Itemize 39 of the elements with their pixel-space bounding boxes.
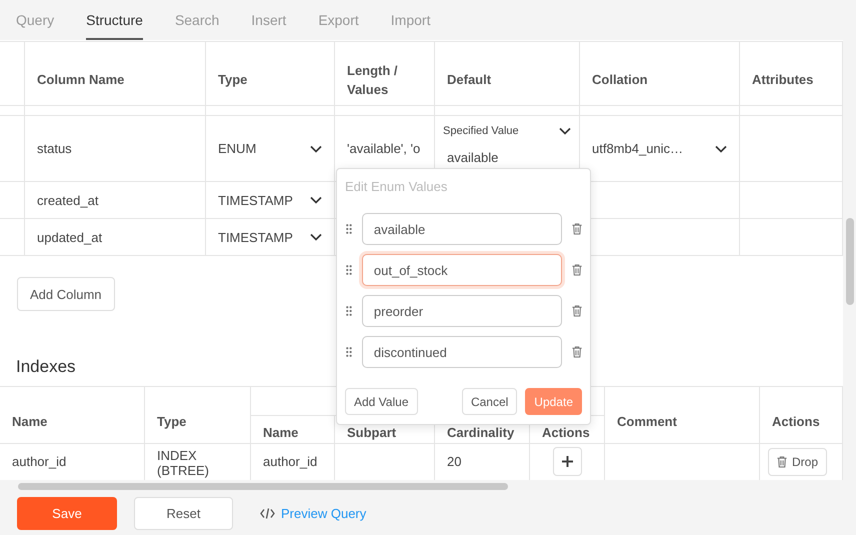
column-header: Default (447, 71, 492, 90)
column-header: Collation (592, 71, 648, 90)
column-name-cell: created_at (37, 192, 98, 208)
cardinality-cell: 20 (447, 454, 462, 469)
cancel-button[interactable]: Cancel (462, 388, 518, 415)
collation-select[interactable]: utf8mb4_unic… (592, 141, 684, 156)
add-column-button[interactable]: Add Column (17, 277, 115, 311)
column-name-cell: status (37, 141, 72, 156)
index-column-cell: author_id (263, 454, 318, 469)
column-header: Cardinality (447, 425, 514, 440)
column-header: Type (157, 414, 186, 428)
popover-title: Edit Enum Values (345, 179, 448, 196)
column-header: Type (218, 71, 248, 90)
enum-value-field[interactable]: preorder (362, 295, 562, 327)
default-mode-select[interactable]: Specified Value (443, 125, 519, 137)
section-title: Indexes (16, 357, 77, 378)
column-header: Subpart (347, 425, 396, 440)
column-header: Actions (542, 425, 590, 440)
length-values-field[interactable]: 'available', 'o (347, 141, 420, 156)
column-header: Length / Values (347, 62, 399, 98)
column-header: Actions (772, 414, 820, 428)
type-select[interactable]: TIMESTAMP (218, 192, 293, 208)
enum-value-field[interactable]: available (362, 213, 562, 245)
default-value-field[interactable]: available (443, 142, 571, 165)
type-select[interactable]: TIMESTAMP (218, 230, 293, 244)
enum-value-field[interactable]: discontinued (362, 336, 562, 368)
column-header: Column Name (37, 71, 124, 90)
type-select[interactable]: ENUM (218, 141, 256, 156)
enum-value-field[interactable]: out_of_stock (362, 254, 562, 286)
column-header: Attributes (752, 71, 814, 90)
add-value-button[interactable]: Add Value (345, 388, 418, 415)
column-header: Comment (617, 414, 677, 428)
column-header: Name (12, 414, 48, 428)
reset-button[interactable]: Reset (134, 497, 233, 530)
column-header: Name (263, 425, 298, 440)
column-name-cell: updated_at (37, 230, 102, 244)
drop-button[interactable]: Drop (768, 448, 828, 476)
index-type-cell-text: INDEX (BTREE) (157, 449, 210, 479)
index-name-cell: author_id (12, 454, 66, 469)
